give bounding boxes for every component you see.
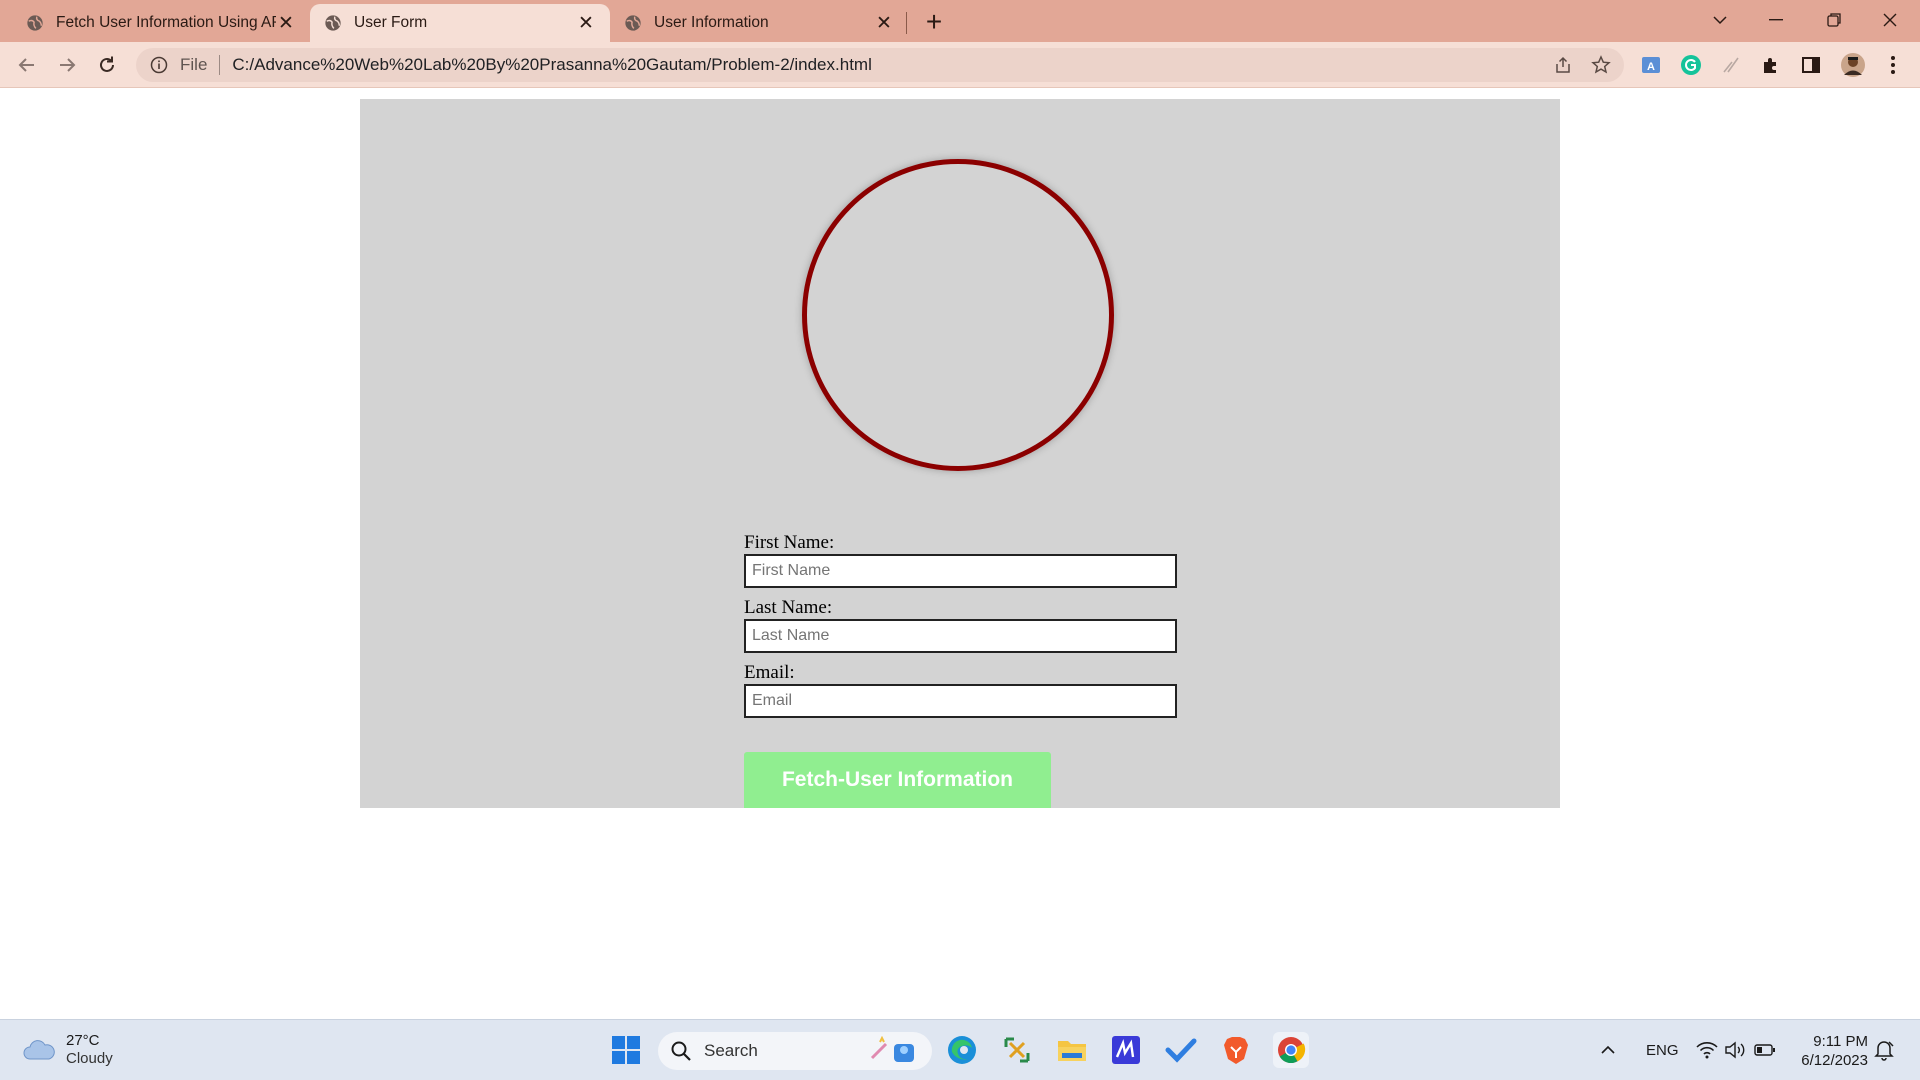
tab-title: User Form bbox=[354, 14, 428, 31]
translate-extension-icon[interactable]: A bbox=[1636, 50, 1666, 80]
extensions-icon[interactable] bbox=[1756, 50, 1786, 80]
address-bar[interactable]: File C:/Advance%20Web%20Lab%20By%20Prasa… bbox=[136, 48, 1624, 82]
minimize-icon[interactable] bbox=[1748, 0, 1804, 40]
brave-icon[interactable] bbox=[1218, 1032, 1254, 1068]
edge-icon[interactable] bbox=[944, 1032, 980, 1068]
email-input[interactable]: Email bbox=[744, 684, 1177, 718]
clock-time: 9:11 PM bbox=[1813, 1033, 1868, 1050]
start-icon[interactable] bbox=[608, 1032, 644, 1068]
tab-search-icon[interactable] bbox=[1692, 0, 1748, 40]
tab-user-information[interactable]: User Information ✕ bbox=[610, 4, 908, 42]
search-icon bbox=[671, 1041, 691, 1061]
battery-icon[interactable] bbox=[1754, 1020, 1776, 1080]
weather-condition: Cloudy bbox=[66, 1050, 113, 1067]
show-hidden-icons[interactable] bbox=[1600, 1020, 1616, 1080]
editor-app-icon[interactable] bbox=[1108, 1032, 1144, 1068]
user-form: First Name: First Name Last Name: Last N… bbox=[744, 532, 1177, 727]
tab-user-form[interactable]: User Form ✕ bbox=[310, 4, 610, 42]
avatar[interactable] bbox=[1838, 50, 1868, 80]
close-window-icon[interactable] bbox=[1862, 0, 1918, 40]
tab-fetch-user-information[interactable]: Fetch User Information Using API ✕ bbox=[12, 4, 310, 42]
tab-separator bbox=[906, 12, 907, 34]
taskbar-search[interactable]: Search bbox=[658, 1032, 932, 1070]
pen-extension-icon[interactable] bbox=[1716, 50, 1746, 80]
snipping-tool-icon[interactable] bbox=[999, 1032, 1035, 1068]
last-name-label: Last Name: bbox=[744, 597, 833, 618]
tab-title: Fetch User Information Using API bbox=[56, 14, 276, 31]
close-tab-icon[interactable]: ✕ bbox=[276, 13, 296, 34]
tab-title: User Information bbox=[654, 14, 769, 31]
svg-text:A: A bbox=[1647, 61, 1655, 73]
scheme-label: File bbox=[180, 55, 208, 74]
star-icon[interactable] bbox=[1586, 50, 1616, 80]
reload-icon[interactable] bbox=[90, 48, 124, 82]
close-tab-icon[interactable]: ✕ bbox=[576, 13, 596, 34]
form-container: First Name: First Name Last Name: Last N… bbox=[360, 99, 1560, 808]
cloud-icon bbox=[23, 1040, 55, 1060]
tab-strip: Fetch User Information Using API ✕ User … bbox=[0, 0, 1920, 42]
grammarly-icon[interactable] bbox=[1676, 50, 1706, 80]
restore-icon[interactable] bbox=[1806, 0, 1862, 40]
close-tab-icon[interactable]: ✕ bbox=[874, 13, 894, 34]
divider bbox=[219, 55, 221, 75]
email-label: Email: bbox=[744, 662, 795, 683]
sidepanel-icon[interactable] bbox=[1796, 50, 1826, 80]
search-placeholder: Search bbox=[704, 1041, 758, 1060]
info-icon[interactable] bbox=[150, 56, 168, 74]
clock-date: 6/12/2023 bbox=[1801, 1052, 1868, 1069]
system-clock[interactable]: 9:11 PM 6/12/2023 bbox=[1790, 1032, 1868, 1070]
url-text[interactable]: C:/Advance%20Web%20Lab%20By%20Prasanna%2… bbox=[232, 55, 1548, 75]
globe-icon bbox=[625, 15, 641, 31]
share-icon[interactable] bbox=[1548, 50, 1578, 80]
new-tab-button[interactable]: + bbox=[918, 8, 950, 36]
forward-icon[interactable] bbox=[50, 48, 84, 82]
volume-icon[interactable] bbox=[1724, 1020, 1746, 1080]
page-viewport: First Name: First Name Last Name: Last N… bbox=[0, 89, 1920, 1019]
file-explorer-icon[interactable] bbox=[1054, 1032, 1090, 1068]
weather-widget[interactable]: 27°C Cloudy bbox=[22, 1032, 113, 1068]
wifi-icon[interactable] bbox=[1696, 1020, 1718, 1080]
last-name-input[interactable]: Last Name bbox=[744, 619, 1177, 653]
first-name-input[interactable]: First Name bbox=[744, 554, 1177, 588]
back-icon[interactable] bbox=[10, 48, 44, 82]
fetch-user-information-button[interactable]: Fetch-User Information bbox=[744, 752, 1051, 808]
notification-icon[interactable] bbox=[1874, 1020, 1894, 1080]
globe-icon bbox=[325, 15, 341, 31]
weather-temperature: 27°C bbox=[66, 1032, 100, 1049]
language-indicator[interactable]: ENG bbox=[1646, 1020, 1679, 1080]
globe-icon bbox=[27, 15, 43, 31]
search-highlight-icon bbox=[870, 1036, 914, 1062]
todo-icon[interactable] bbox=[1163, 1032, 1199, 1068]
profile-image-circle bbox=[802, 159, 1114, 471]
menu-icon[interactable] bbox=[1878, 50, 1908, 80]
browser-toolbar: File C:/Advance%20Web%20Lab%20By%20Prasa… bbox=[0, 42, 1920, 88]
first-name-label: First Name: bbox=[744, 532, 835, 553]
chrome-icon[interactable] bbox=[1273, 1032, 1309, 1068]
taskbar: 27°C Cloudy Search ENG 9:11 PM 6/12/2023 bbox=[0, 1019, 1920, 1080]
